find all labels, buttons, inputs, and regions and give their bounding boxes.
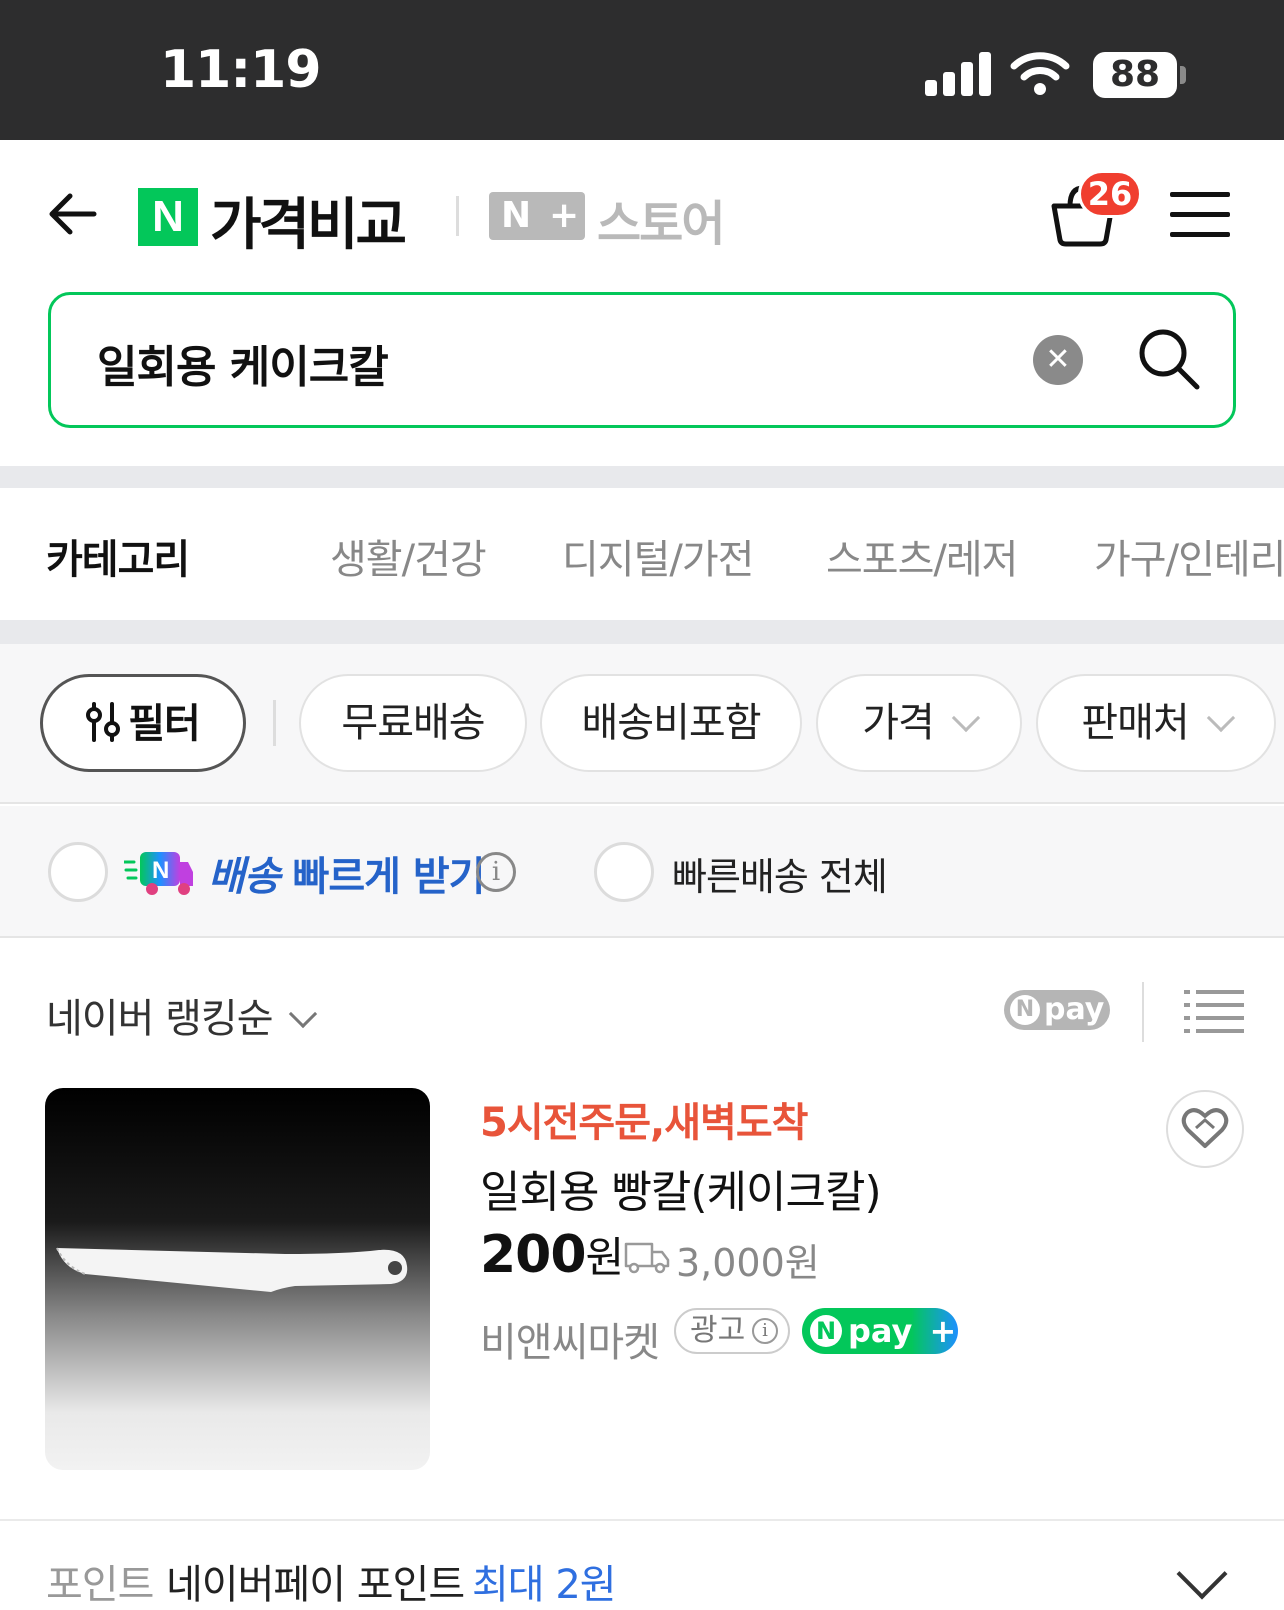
fast-delivery-label[interactable]: 배송 빠르게 받기 xyxy=(208,844,486,902)
chip-price[interactable]: 가격 xyxy=(816,674,1022,772)
chip-shipping-included[interactable]: 배송비포함 xyxy=(540,674,802,772)
category-label[interactable]: 카테고리 xyxy=(46,527,190,585)
shipping-fee: 3,000원 xyxy=(676,1241,820,1285)
section-divider xyxy=(0,466,1284,488)
nplus-store-logo[interactable]: N + xyxy=(489,192,585,240)
cart-count-badge: 26 xyxy=(1078,170,1142,218)
price-number: 200 xyxy=(480,1225,587,1285)
n-delivery-truck-icon: N xyxy=(124,852,193,895)
header-divider xyxy=(456,196,459,236)
chip-free-shipping[interactable]: 무료배송 xyxy=(299,674,527,772)
status-time: 11:19 xyxy=(160,40,322,100)
sort-label: 네이버 랭킹순 xyxy=(46,996,274,1042)
point-description: 네이버페이 포인트 xyxy=(166,1562,465,1608)
list-view-icon[interactable] xyxy=(1184,990,1244,1034)
chevron-down-icon xyxy=(951,703,980,733)
battery-tip xyxy=(1180,66,1186,84)
sort-dropdown[interactable]: 네이버 랭킹순 xyxy=(46,986,317,1044)
hamburger-menu-icon[interactable] xyxy=(1170,192,1230,238)
category-tab-digital[interactable]: 디지털/가전 xyxy=(562,527,754,585)
all-fast-delivery-radio[interactable] xyxy=(594,842,654,902)
truck-n-letter: N xyxy=(152,857,169,884)
chevron-down-icon xyxy=(288,999,317,1029)
npay-plus-sign: + xyxy=(929,1312,957,1350)
product-image[interactable] xyxy=(45,1088,430,1470)
back-arrow-icon[interactable] xyxy=(44,186,100,242)
store-link[interactable]: 스토어 xyxy=(597,184,725,254)
chip-seller-label: 판매처 xyxy=(1081,700,1189,746)
fast-delivery-bar: N 배송 빠르게 받기 i 빠른배송 전체 xyxy=(0,806,1284,938)
point-max-value: 최대 2원 xyxy=(472,1562,617,1608)
search-icon[interactable] xyxy=(1137,327,1201,391)
chip-price-label: 가격 xyxy=(862,700,935,746)
delivery-promo-badge: 5시전주문,새벽도착 xyxy=(480,1100,808,1146)
fast-delivery-label-part2: 빠르게 받기 xyxy=(292,854,486,900)
chip-seller[interactable]: 판매처 xyxy=(1036,674,1276,772)
section-divider xyxy=(0,1519,1284,1521)
delivery-truck-icon xyxy=(624,1242,670,1274)
battery-icon: 88 xyxy=(1093,52,1177,98)
npay-n-icon: N xyxy=(810,1315,842,1347)
wishlist-button[interactable] xyxy=(1166,1090,1244,1168)
fast-delivery-radio[interactable] xyxy=(48,842,108,902)
wifi-icon xyxy=(1010,52,1070,95)
info-icon[interactable]: i xyxy=(476,852,516,892)
section-divider xyxy=(0,620,1284,644)
knife-image xyxy=(56,1247,408,1292)
price-unit: 원 xyxy=(585,1233,625,1282)
cellular-signal-icon xyxy=(925,52,993,96)
product-price: 200원 xyxy=(480,1224,625,1285)
ad-label: 광고 xyxy=(690,1313,746,1348)
filter-button[interactable]: 필터 xyxy=(40,674,246,772)
seller-name[interactable]: 비앤씨마켓 xyxy=(480,1310,660,1368)
filter-bar: 필터 무료배송 배송비포함 가격 판매처 xyxy=(0,644,1284,804)
nplus-n: N xyxy=(501,195,532,236)
all-fast-delivery-label[interactable]: 빠른배송 전체 xyxy=(672,846,888,901)
fast-delivery-label-part1: 배송 xyxy=(208,854,281,900)
chip-divider xyxy=(273,700,276,746)
heart-icon xyxy=(1181,1108,1229,1148)
view-divider xyxy=(1142,982,1144,1042)
npay-plus-label: pay xyxy=(848,1312,913,1350)
search-input[interactable]: 일회용 케이크칼 xyxy=(97,331,389,395)
npay-n-icon: N xyxy=(1010,995,1040,1025)
filter-label: 필터 xyxy=(128,701,201,747)
search-bar[interactable]: 일회용 케이크칼 ✕ xyxy=(48,292,1236,428)
category-tab-sports[interactable]: 스포츠/레저 xyxy=(826,527,1018,585)
nplus-plus: + xyxy=(549,195,580,236)
naver-logo[interactable]: N xyxy=(138,188,198,246)
chevron-down-icon xyxy=(1206,703,1235,733)
clear-search-icon[interactable]: ✕ xyxy=(1033,335,1083,385)
ad-badge[interactable]: 광고 i xyxy=(674,1308,790,1354)
npay-filter-label: pay xyxy=(1044,992,1105,1027)
category-tab-living[interactable]: 생활/건강 xyxy=(330,527,487,585)
npay-plus-badge: Npay + xyxy=(802,1308,958,1354)
page-title[interactable]: 가격비교 xyxy=(210,180,407,261)
info-icon: i xyxy=(752,1318,778,1344)
status-bar: 11:19 88 xyxy=(0,0,1284,140)
npay-filter-toggle[interactable]: Npay xyxy=(1004,990,1110,1030)
point-label: 포인트 xyxy=(46,1562,154,1608)
product-title[interactable]: 일회용 빵칼(케이크칼) xyxy=(480,1156,882,1220)
chevron-down-icon[interactable] xyxy=(1176,1548,1228,1600)
category-tab-furniture[interactable]: 가구/인테리 xyxy=(1094,527,1284,585)
sliders-icon xyxy=(86,702,121,742)
